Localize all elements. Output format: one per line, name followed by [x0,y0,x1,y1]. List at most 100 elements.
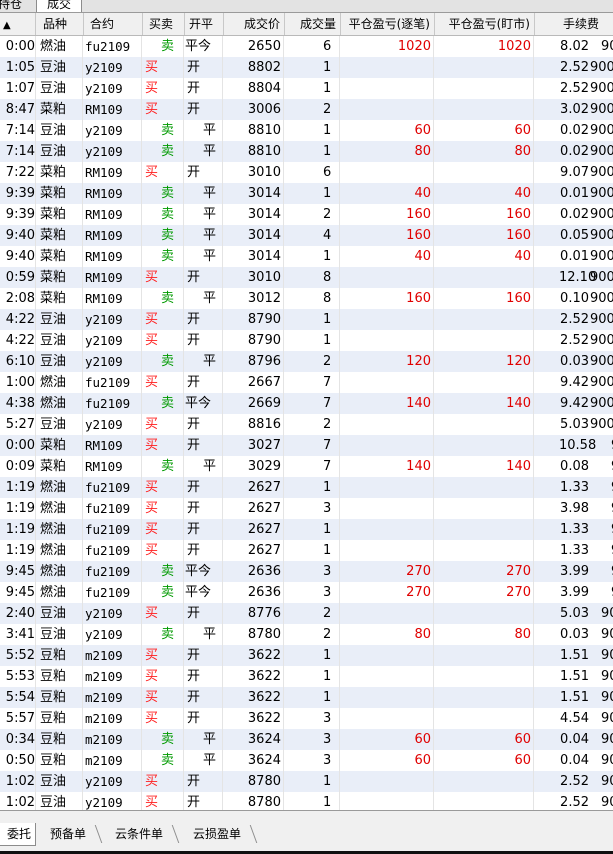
cell-qty: 1 [285,645,340,666]
cell-product: 豆油 [37,414,83,435]
col-header-qty[interactable]: 成交量 [285,13,341,35]
table-row[interactable]: 5:52豆粕m2109买开36221 1.51 90 [0,645,613,666]
table-row[interactable]: 1:19燃油fu2109买开26273 3.989 [0,498,613,519]
cell-price: 8802 [224,57,284,78]
col-header-pl-mark[interactable]: 平仓盈亏(盯市) [435,13,535,35]
cell-openclose: 开 [185,414,223,435]
cell-overflow: 90 [601,732,613,747]
tab-orders[interactable]: 委托 [0,823,36,846]
cell-qty: 1 [285,687,340,708]
table-row[interactable]: 1:07 豆油 y2109 买开 8804 1 2.52900 [0,78,613,99]
col-header-name[interactable]: 品种 [37,13,84,35]
cell-overflow: 900 [590,60,613,75]
table-row[interactable]: 7:14 豆油 y2109 卖平 8810 1 80 80 0.02900 [0,141,613,162]
table-row[interactable]: 5:57豆粕m2109买开36223 4.54 90 [0,708,613,729]
table-row[interactable]: 1:02豆油y2109买开87801 2.52 90 [0,792,613,810]
cell-openclose: 开 [185,309,223,330]
table-row[interactable]: 2:40豆油y2109买开87762 5.03 90 [0,603,613,624]
tab-trades[interactable]: 成交 [36,0,83,12]
table-row[interactable]: 0:50豆粕m2109卖平3624360600.0490 [0,750,613,771]
cell-time: 0:00 [0,435,36,456]
table-row[interactable]: 9:40 菜粕 RM109 卖平 3014 1 40 40 0.01900 [0,246,613,267]
cell-overflow: 900 [590,312,613,327]
table-row[interactable]: 1:05 豆油 y2109 买开 8802 1 2.52900 [0,57,613,78]
cell-direction: 卖 [143,729,184,750]
cell-qty: 7 [285,372,340,393]
col-header-price[interactable]: 成交价 [224,13,285,35]
table-row[interactable]: 4:38 燃油 fu2109 卖平今 2669 7 140 140 9.42900 [0,393,613,414]
cell-pl-trade: 120 [341,351,434,372]
cell-fee-value: 1.51 [560,669,589,684]
cell-time: 1:02 [0,792,36,810]
table-row[interactable]: 1:19燃油fu2109买开26271 1.339 [0,477,613,498]
col-header-fee[interactable]: 手续费 [535,13,613,35]
table-row[interactable]: 7:22 菜粕 RM109 买开 3010 6 9.07900 [0,162,613,183]
cell-time: 1:19 [0,540,36,561]
table-row[interactable]: 5:53豆粕m2109买开36221 1.51 90 [0,666,613,687]
cell-fee-value: 1.33 [560,543,589,558]
table-row[interactable]: 9:39 菜粕 RM109 卖平 3014 1 40 40 0.01900 [0,183,613,204]
cell-fee: 1.339 [535,540,613,561]
cell-pl-mark: 60 [435,729,534,750]
table-row[interactable]: 8:47 菜粕 RM109 买开 3006 2 3.02900 [0,99,613,120]
tab-prepared-orders[interactable]: 预备单 [50,823,86,845]
cell-fee-value: 1.33 [560,480,589,495]
cell-pl-mark: 160 [435,288,534,309]
table-row[interactable]: 0:00燃油fu2109卖平今26506102010208.0290 [0,36,613,57]
cell-pl-mark [435,771,534,792]
table-row[interactable]: 5:54豆粕m2109买开36221 1.51 90 [0,687,613,708]
table-row[interactable]: 4:22 豆油 y2109 买开 8790 1 2.52900 [0,330,613,351]
table-row[interactable]: 9:40 菜粕 RM109 卖平 3014 4 160 160 0.05900 [0,225,613,246]
cell-pl-trade [341,792,434,810]
tab-cloud-conditional[interactable]: 云条件单 [115,823,163,845]
cell-fee: 1.51 90 [535,666,613,687]
col-header-pl-trade[interactable]: 平仓盈亏(逐笔) [341,13,435,35]
cell-fee: 2.52 90 [535,792,613,810]
table-row[interactable]: 9:45燃油fu2109卖平今263632702703.999 [0,582,613,603]
cell-fee-value: 12.10 [559,270,597,285]
cell-pl-mark: 160 [435,204,534,225]
cell-fee-value: 1.33 [560,522,589,537]
table-row[interactable]: 1:19燃油fu2109买开26271 1.339 [0,519,613,540]
table-row[interactable]: 5:27 豆油 y2109 买开 8816 2 5.03900 [0,414,613,435]
cell-pl-trade [341,267,434,288]
table-row[interactable]: 3:41豆油y2109卖平8780280800.0390 [0,624,613,645]
table-row[interactable]: 7:14 豆油 y2109 卖平 8810 1 60 60 0.02900 [0,120,613,141]
cell-fee: 3.999 [535,561,613,582]
cell-openclose: 开 [185,78,223,99]
col-header-openclose[interactable]: 开平 [185,13,224,35]
table-row[interactable]: 9:45燃油fu2109卖平今263632702703.999 [0,561,613,582]
cell-openclose: 平 [185,750,223,771]
cell-price: 3622 [224,687,284,708]
cell-contract: fu2109 [84,498,142,519]
cell-fee: 5.03 90 [535,603,613,624]
cell-pl-mark [435,372,534,393]
tab-cloud-stoploss[interactable]: 云损盈单 [193,823,241,845]
col-header-contract[interactable]: 合约 [84,13,143,35]
cell-qty: 4 [285,225,340,246]
cell-fee: 3.989 [535,498,613,519]
table-row[interactable]: 0:34豆粕m2109卖平3624360600.0490 [0,729,613,750]
sort-arrow-icon[interactable]: ▲ [0,13,36,35]
table-row[interactable]: 0:59 菜粕 RM109 买开 3010 8 12.10900 [0,267,613,288]
table-row[interactable]: 0:09菜粕RM109卖平302971401400.089 [0,456,613,477]
table-row[interactable]: 1:00 燃油 fu2109 买开 2667 7 9.42900 [0,372,613,393]
table-row[interactable]: 2:08 菜粕 RM109 卖平 3012 8 160 160 0.10900 [0,288,613,309]
table-row[interactable]: 1:19燃油fu2109买开26271 1.339 [0,540,613,561]
table-row[interactable]: 6:10 豆油 y2109 卖平 8796 2 120 120 0.03900 [0,351,613,372]
cell-price: 3014 [224,183,284,204]
cell-fee-value: 0.10 [560,291,589,306]
table-row[interactable]: 4:22 豆油 y2109 买开 8790 1 2.52900 [0,309,613,330]
cell-pl-trade: 270 [341,561,434,582]
cell-price: 3010 [224,267,284,288]
table-row[interactable]: 9:39 菜粕 RM109 卖平 3014 2 160 160 0.02900 [0,204,613,225]
tab-position[interactable]: 持仓 [0,0,28,12]
col-header-direction[interactable]: 买卖 [143,13,185,35]
cell-time: 5:54 [0,687,36,708]
cell-openclose: 平今 [185,36,223,57]
cell-overflow: 9 [589,456,613,477]
table-row[interactable]: 1:02豆油y2109买开87801 2.52 90 [0,771,613,792]
cell-direction: 买 [143,309,184,330]
table-row[interactable]: 0:00菜粕RM109买开30277 10.589 [0,435,613,456]
cell-price: 3622 [224,708,284,729]
